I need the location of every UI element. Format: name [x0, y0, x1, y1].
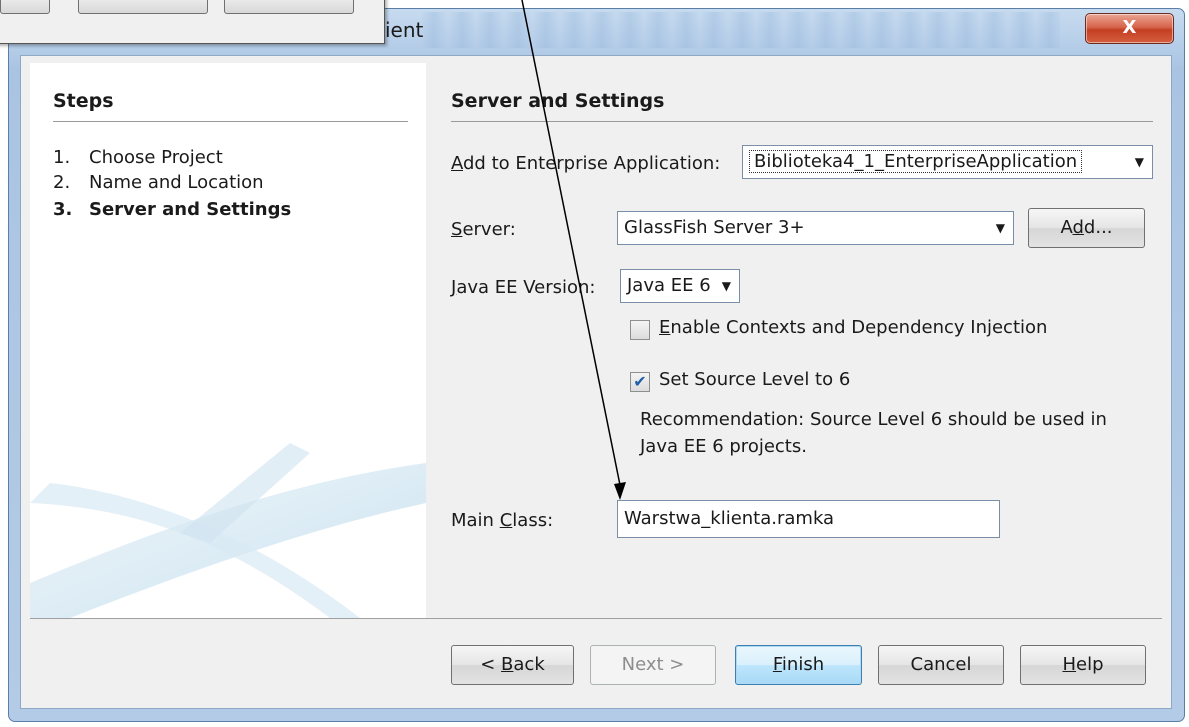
next-button[interactable]: Next >: [590, 645, 716, 685]
steps-divider: [53, 121, 408, 122]
close-button[interactable]: X: [1085, 13, 1174, 44]
finish-button[interactable]: Finish: [735, 645, 862, 685]
annotation-arrow: [521, 0, 626, 500]
cancel-button[interactable]: Cancel: [878, 645, 1004, 685]
chevron-down-icon: ▼: [1134, 155, 1144, 169]
step-item-3-current: 3. Server and Settings: [53, 199, 292, 220]
button-row-separator: [30, 618, 1162, 619]
back-button[interactable]: < Back: [451, 645, 574, 685]
popup-button-1[interactable]: [0, 0, 50, 14]
titlebar-background: [420, 12, 1060, 48]
server-label: Server:: [451, 219, 516, 240]
recommendation-text-line1: Recommendation: Source Level 6 should be…: [640, 409, 1107, 430]
enterprise-app-combobox[interactable]: Biblioteka4_1_EnterpriseApplication ▼: [742, 145, 1153, 179]
chevron-down-icon: ▼: [721, 279, 731, 293]
popup-button-2[interactable]: [78, 0, 208, 14]
server-combobox[interactable]: GlassFish Server 3+ ▼: [617, 211, 1014, 245]
chevron-down-icon: ▼: [995, 221, 1005, 235]
source-level-checkbox-label[interactable]: Set Source Level to 6: [659, 369, 850, 390]
add-server-button[interactable]: Add...: [1028, 208, 1145, 248]
window-title: ient: [385, 18, 424, 42]
recommendation-text-line2: Java EE 6 projects.: [640, 436, 807, 457]
steps-heading: Steps: [53, 90, 114, 112]
step-item-2: 2. Name and Location: [53, 172, 264, 193]
main-class-input[interactable]: Warstwa_klienta.ramka: [617, 500, 1000, 538]
cdi-checkbox-label[interactable]: Enable Contexts and Dependency Injection: [659, 317, 1047, 338]
popup-button-3[interactable]: [224, 0, 354, 14]
step-item-1: 1. Choose Project: [53, 147, 223, 168]
main-class-label: Main Class:: [451, 510, 554, 531]
help-button[interactable]: Help: [1020, 645, 1146, 685]
